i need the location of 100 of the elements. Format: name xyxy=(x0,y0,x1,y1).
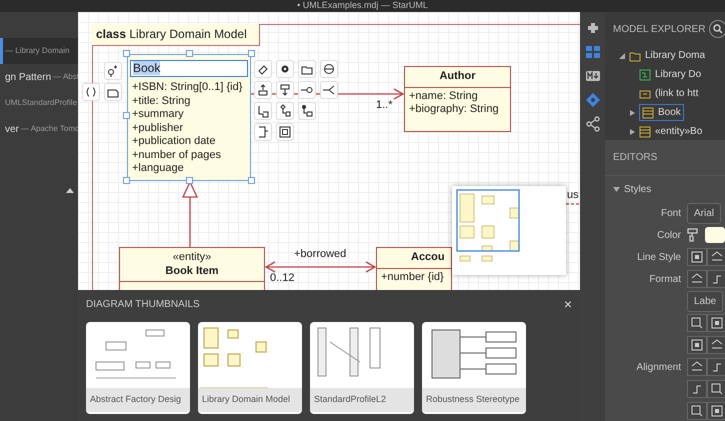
move-icon[interactable] xyxy=(584,92,600,108)
tool-button[interactable] xyxy=(254,123,272,141)
link-icon xyxy=(639,88,651,100)
tool-button[interactable] xyxy=(104,83,122,101)
tool-button[interactable] xyxy=(298,102,316,120)
expanded-icon[interactable] xyxy=(613,186,620,192)
working-diagram-item[interactable]: UMLStandardProfile xyxy=(0,90,78,116)
selection-handle[interactable] xyxy=(123,50,130,57)
style-button[interactable] xyxy=(707,336,725,354)
thumbnail-card[interactable]: Library Domain Model xyxy=(198,322,302,414)
style-button[interactable] xyxy=(707,402,725,420)
selection-handle[interactable] xyxy=(123,112,130,119)
diagram-path: — Library Domain xyxy=(5,45,70,57)
paint-roller-icon[interactable] xyxy=(687,228,699,242)
tree-item[interactable]: (link to htt xyxy=(639,86,698,101)
share-icon[interactable] xyxy=(584,116,600,132)
field-label: Line Style xyxy=(636,250,682,264)
class-box[interactable]: Author +name: String +biography: String xyxy=(404,66,511,132)
tool-button[interactable] xyxy=(320,81,338,99)
class-box[interactable]: Book +ISBN: String[0..1] {id} +title: String +summary +publisher +publication date +number of pages +language xyxy=(127,54,251,181)
style-icon xyxy=(690,338,704,352)
class-attribute: +ISBN: String[0..1] {id} xyxy=(132,81,244,94)
diagram-path: — Abst xyxy=(53,71,79,83)
style-button[interactable] xyxy=(707,270,725,288)
class-attribute: +summary xyxy=(132,108,185,122)
expanded-icon[interactable] xyxy=(619,52,625,58)
tree-item[interactable]: «entity»Bo xyxy=(639,124,702,139)
markdown-icon[interactable] xyxy=(584,68,600,84)
tool-button[interactable] xyxy=(276,81,294,99)
style-button[interactable] xyxy=(687,270,707,288)
search-icon xyxy=(713,24,724,34)
shape-icon xyxy=(278,83,292,97)
close-button[interactable]: × xyxy=(564,294,572,314)
tool-button[interactable] xyxy=(82,83,100,101)
thumbnail-card[interactable]: Abstract Factory Desig xyxy=(86,322,190,414)
style-button[interactable] xyxy=(707,248,725,266)
search-button[interactable] xyxy=(709,20,725,38)
style-button[interactable] xyxy=(687,380,707,398)
style-button[interactable] xyxy=(687,402,707,420)
style-button[interactable] xyxy=(707,380,725,398)
class-name: Book Item xyxy=(164,264,220,278)
tool-button[interactable] xyxy=(276,60,294,78)
style-icon xyxy=(710,382,724,396)
tool-button[interactable] xyxy=(254,81,272,99)
selection-handle[interactable] xyxy=(123,177,130,184)
class-name: Author xyxy=(439,70,476,82)
style-button[interactable] xyxy=(687,248,707,266)
style-button[interactable] xyxy=(687,314,707,332)
class-box[interactable]: «entity» Book Item xyxy=(119,247,265,290)
field-label: Alignment xyxy=(636,360,682,374)
style-button[interactable] xyxy=(687,358,707,376)
collapsed-icon[interactable] xyxy=(629,128,635,134)
class-attribute: +number of pages xyxy=(132,148,222,162)
tool-button[interactable] xyxy=(298,81,316,99)
selection-handle[interactable] xyxy=(248,50,255,57)
tool-button[interactable] xyxy=(276,123,294,141)
tool-button[interactable] xyxy=(254,60,272,78)
class-name: Accou xyxy=(411,251,445,263)
tool-button[interactable] xyxy=(254,102,272,120)
tree-label: Library Doma xyxy=(645,49,706,63)
tool-button[interactable] xyxy=(104,62,122,80)
class-attribute: +publication date xyxy=(132,135,216,148)
working-diagram-item[interactable]: ver — Apache Tomc xyxy=(0,116,78,142)
panel-title: MODEL EXPLORER xyxy=(613,22,706,36)
panel-title: EDITORS xyxy=(613,151,658,165)
association-label: +borrowed xyxy=(294,248,346,260)
thumbnail-caption: Abstract Factory Desig xyxy=(86,388,190,412)
class-icon xyxy=(642,106,654,118)
working-diagram-item[interactable]: gn Pattern — Abst xyxy=(0,64,78,90)
minimap[interactable] xyxy=(452,186,566,275)
section-title[interactable]: Styles xyxy=(624,182,652,196)
selection-handle[interactable] xyxy=(248,177,255,184)
style-button[interactable] xyxy=(707,314,725,332)
layout-icon[interactable] xyxy=(584,44,600,60)
collapsed-icon[interactable] xyxy=(629,110,635,116)
diagram-icon xyxy=(639,68,651,80)
shape-icon xyxy=(256,104,270,118)
style-button[interactable] xyxy=(707,358,725,376)
add-icon xyxy=(106,64,120,78)
class-box[interactable]: Accou +number {id} xyxy=(376,247,452,290)
association-label: 1..* xyxy=(376,99,393,111)
tree-item[interactable]: Library Do xyxy=(639,67,702,82)
font-select[interactable]: Labe xyxy=(687,290,724,312)
selection-handle[interactable] xyxy=(186,177,193,184)
working-diagram-item[interactable]: — Library Domain xyxy=(0,38,78,64)
font-select[interactable]: Arial xyxy=(687,202,722,224)
thumbnail-card[interactable]: StandardProfileL2 xyxy=(310,322,414,414)
tree-item[interactable]: Library Doma xyxy=(629,48,706,63)
class-name-field[interactable]: Book xyxy=(130,60,248,77)
collapse-icon[interactable] xyxy=(66,188,74,193)
tree-item[interactable]: Book xyxy=(639,104,684,121)
tool-button[interactable] xyxy=(298,60,316,78)
selection-handle[interactable] xyxy=(186,50,193,57)
style-icon xyxy=(690,316,704,330)
style-button[interactable] xyxy=(687,336,707,354)
thumbnail-card[interactable]: Robustness Stereotype xyxy=(422,322,526,414)
color-swatch[interactable] xyxy=(705,227,725,243)
tool-button[interactable] xyxy=(276,102,294,120)
style-icon xyxy=(710,316,724,330)
tool-button[interactable] xyxy=(320,60,338,78)
